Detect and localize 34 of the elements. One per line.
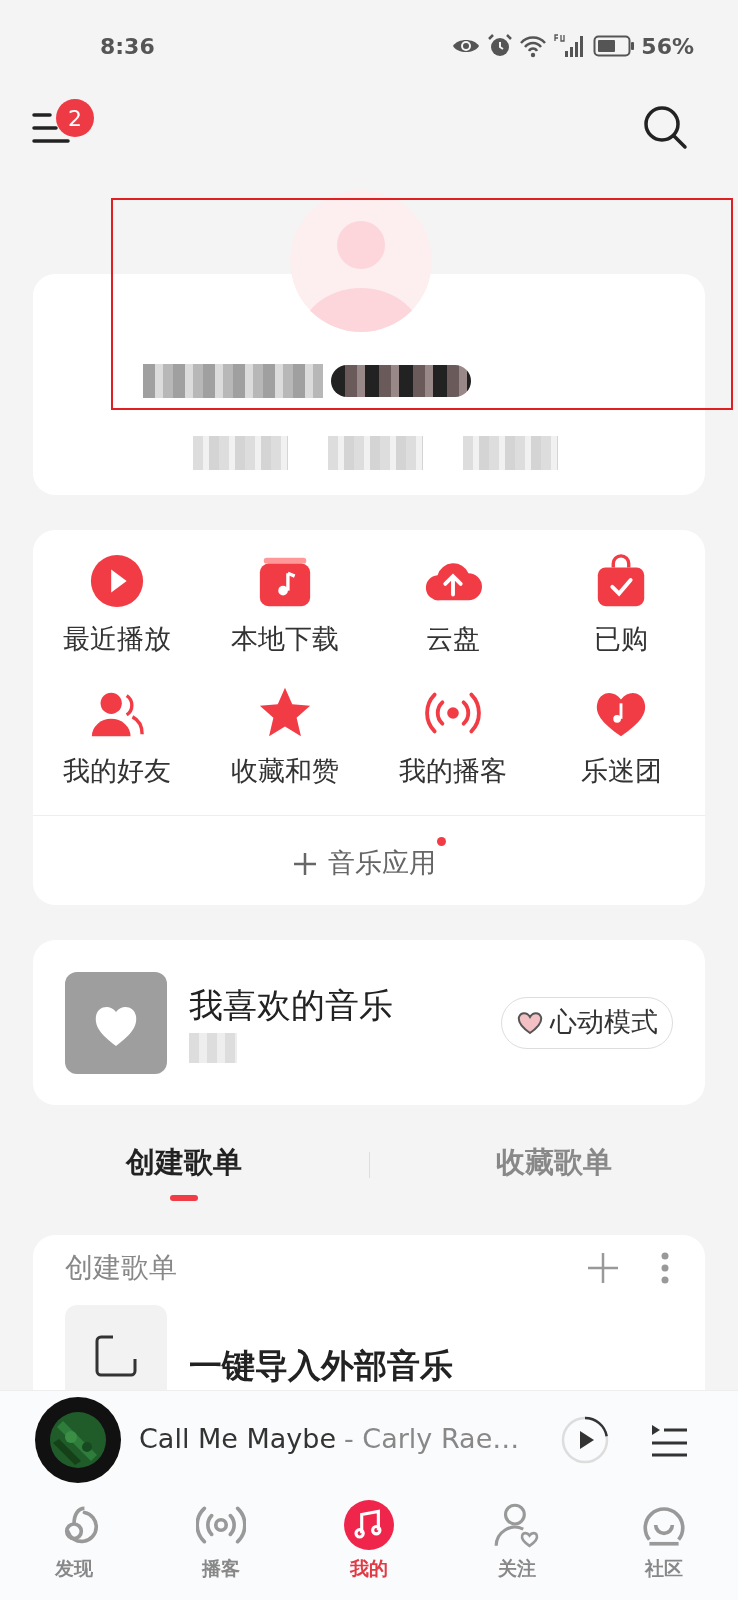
shortcut-button[interactable]: 收藏和赞 bbox=[231, 683, 339, 814]
plus-icon[interactable] bbox=[587, 1252, 619, 1284]
playlist-tab[interactable]: 创建歌单 bbox=[126, 1141, 243, 1201]
shortcut-button[interactable]: 我的好友 bbox=[63, 683, 171, 814]
battery-icon bbox=[593, 34, 636, 58]
playlist-queue-icon[interactable] bbox=[650, 1422, 688, 1457]
wifi-icon bbox=[519, 34, 548, 58]
shortcut-button[interactable]: 云盘 bbox=[424, 552, 482, 682]
battery-level: 56% bbox=[641, 32, 694, 61]
redacted-count bbox=[189, 1032, 237, 1063]
search-icon[interactable] bbox=[642, 104, 688, 150]
notification-badge: 2 bbox=[56, 99, 94, 137]
heart-outline-icon bbox=[516, 1010, 544, 1035]
nav-tab[interactable]: 我的 bbox=[295, 1488, 443, 1600]
heart-cover-icon bbox=[65, 971, 167, 1074]
playlist-title: 我喜欢的音乐 bbox=[189, 983, 394, 1027]
music-note-icon bbox=[344, 1500, 394, 1550]
shortcut-button[interactable]: 本地下载 bbox=[231, 552, 339, 682]
shortcut-button[interactable]: 最近播放 bbox=[63, 552, 171, 682]
alarm-icon bbox=[487, 33, 514, 59]
play-icon bbox=[88, 552, 146, 610]
tab-indicator bbox=[170, 1194, 199, 1201]
shortcut-button[interactable]: 我的播客 bbox=[399, 683, 507, 814]
plus-icon bbox=[292, 850, 318, 877]
more-icon[interactable] bbox=[661, 1252, 669, 1284]
menu-icon[interactable] bbox=[32, 111, 70, 145]
song-title: Call Me Maybe bbox=[139, 1422, 337, 1457]
section-title: 创建歌单 bbox=[65, 1250, 178, 1286]
status-time: 8:36 bbox=[100, 32, 155, 61]
song-artist: - Carly Rae… bbox=[344, 1422, 520, 1457]
playlist-item-title: 一键导入外部音乐 bbox=[189, 1345, 453, 1387]
music-apps-button[interactable]: 音乐应用 bbox=[292, 837, 446, 884]
shortcut-button[interactable]: 乐迷团 bbox=[580, 683, 662, 814]
shortcut-button[interactable]: 已购 bbox=[592, 552, 650, 682]
